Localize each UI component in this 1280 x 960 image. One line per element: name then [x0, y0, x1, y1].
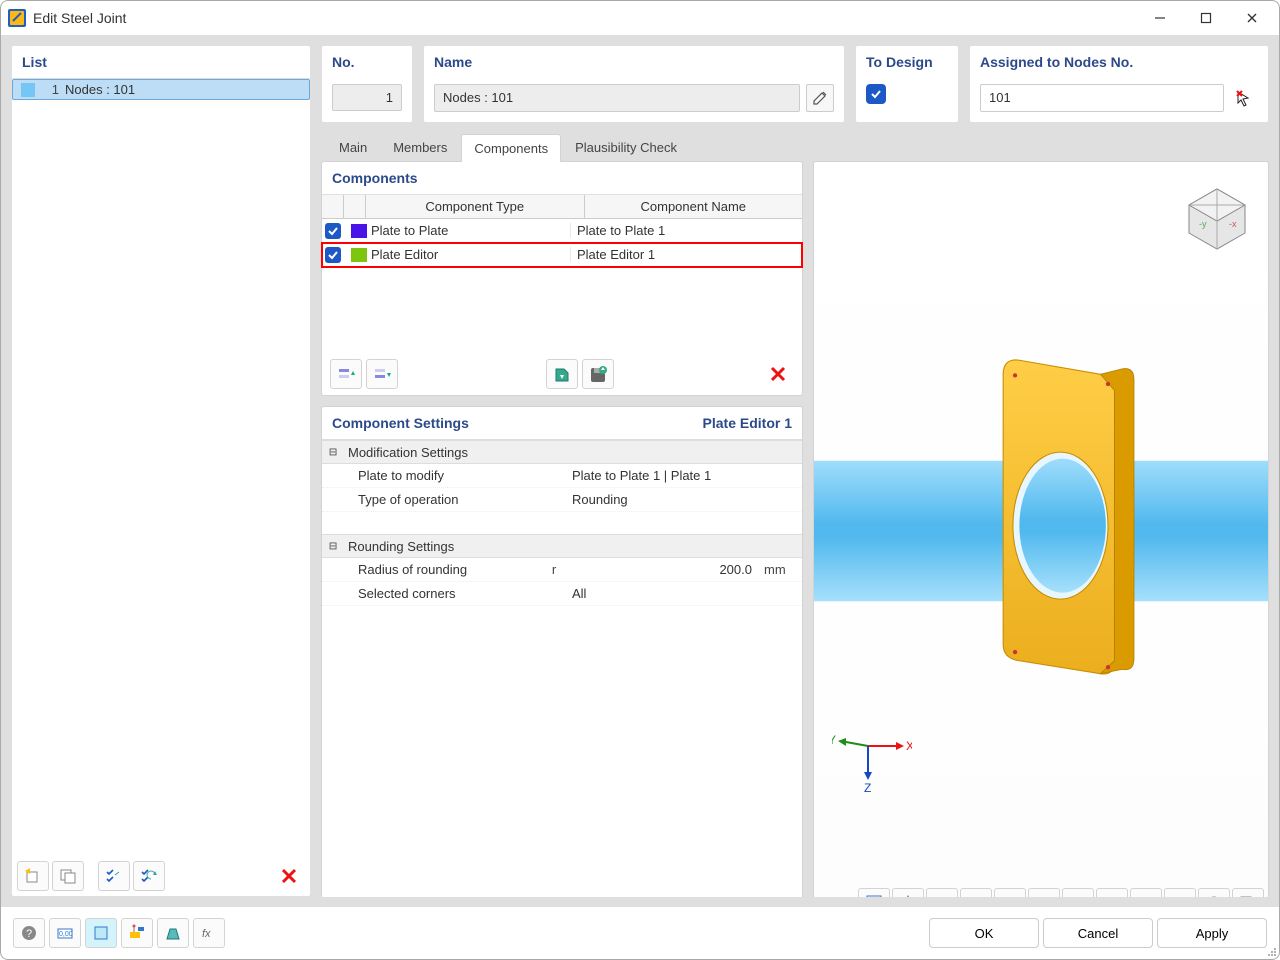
assigned-nodes-field[interactable]: 101 — [980, 84, 1224, 112]
no-label: No. — [322, 46, 412, 78]
settings-row[interactable]: Selected corners All — [322, 582, 802, 606]
isometric-button[interactable] — [1062, 888, 1094, 897]
axis-triad: X Y Z — [832, 722, 912, 792]
ok-button[interactable]: OK — [929, 918, 1039, 948]
components-panel: Components Component Type Component Name… — [321, 161, 803, 396]
visibility-button[interactable] — [926, 888, 958, 897]
detach-view-button[interactable] — [1232, 888, 1264, 897]
window-title: Edit Steel Joint — [33, 10, 126, 26]
collapse-icon[interactable]: ⊟ — [324, 445, 342, 460]
check-all-button[interactable] — [98, 861, 130, 891]
collapse-icon[interactable]: ⊟ — [324, 539, 342, 554]
resize-grip-icon[interactable] — [1267, 947, 1277, 957]
settings-row[interactable]: Type of operation Rounding — [322, 488, 802, 512]
pick-node-button[interactable] — [1230, 84, 1258, 112]
view-cube[interactable]: -y -x — [1174, 170, 1260, 256]
tab-main[interactable]: Main — [327, 134, 379, 161]
row-checkbox[interactable] — [325, 247, 341, 263]
apply-button[interactable]: Apply — [1157, 918, 1267, 948]
svg-text:?: ? — [26, 928, 32, 940]
edit-name-button[interactable] — [806, 84, 834, 112]
axis-y-button[interactable]: -Y — [994, 888, 1026, 897]
col-component-type[interactable]: Component Type — [366, 195, 585, 218]
new-item-button[interactable] — [17, 861, 49, 891]
tab-members[interactable]: Members — [381, 134, 459, 161]
refresh-check-button[interactable] — [133, 861, 165, 891]
navigate-button[interactable] — [892, 888, 924, 897]
settings-subtitle: Plate Editor 1 — [703, 415, 792, 431]
color-swatch-icon — [21, 83, 35, 97]
color-swatch-icon — [351, 224, 367, 238]
minimize-button[interactable] — [1137, 3, 1183, 33]
color-button[interactable] — [85, 918, 117, 948]
formula-button[interactable]: fx — [193, 918, 225, 948]
save-component-button[interactable] — [582, 359, 614, 389]
list-panel: List 1 Nodes : 101 — [11, 45, 311, 897]
settings-title: Component Settings — [332, 415, 469, 431]
help-button[interactable]: ? — [13, 918, 45, 948]
to-design-checkbox[interactable] — [866, 84, 886, 104]
color-swatch-icon — [351, 248, 367, 262]
components-title: Components — [322, 162, 802, 195]
delete-component-button[interactable] — [762, 359, 794, 389]
svg-text:-y: -y — [1199, 219, 1207, 229]
svg-text:Y: Y — [832, 733, 836, 747]
settings-row[interactable]: Radius of rounding r 200.0 mm — [322, 558, 802, 582]
annotation-button[interactable] — [121, 918, 153, 948]
name-field[interactable]: Nodes : 101 — [434, 84, 800, 112]
component-settings-panel: Component Settings Plate Editor 1 ⊟ Modi… — [321, 406, 803, 897]
clear-view-button[interactable] — [1198, 888, 1230, 897]
svg-text:X: X — [906, 739, 912, 753]
settings-group[interactable]: ⊟ Rounding Settings — [322, 534, 802, 558]
settings-group[interactable]: ⊟ Modification Settings — [322, 440, 802, 464]
wireframe-button[interactable] — [1130, 888, 1162, 897]
col-component-name[interactable]: Component Name — [585, 195, 803, 218]
svg-text:0,00: 0,00 — [59, 931, 73, 938]
name-label: Name — [424, 46, 844, 78]
component-row[interactable]: Plate Editor Plate Editor 1 — [322, 243, 802, 267]
maximize-button[interactable] — [1183, 3, 1229, 33]
shade-toggle-button[interactable] — [1096, 888, 1128, 897]
delete-item-button[interactable] — [273, 861, 305, 891]
copy-item-button[interactable] — [52, 861, 84, 891]
move-down-button[interactable] — [366, 359, 398, 389]
tab-components[interactable]: Components — [461, 134, 561, 162]
list-panel-title: List — [12, 46, 310, 78]
to-design-label: To Design — [856, 46, 958, 78]
perspective-button[interactable] — [157, 918, 189, 948]
row-checkbox[interactable] — [325, 223, 341, 239]
no-field[interactable]: 1 — [332, 84, 402, 111]
axis-z-button[interactable]: ↓Z — [1028, 888, 1060, 897]
move-up-button[interactable] — [330, 359, 362, 389]
units-button[interactable]: 0,00 — [49, 918, 81, 948]
svg-text:Z: Z — [864, 781, 871, 792]
assigned-label: Assigned to Nodes No. — [970, 46, 1268, 78]
svg-text:-x: -x — [1229, 219, 1237, 229]
zoom-extents-button[interactable] — [858, 888, 890, 897]
component-row[interactable]: Plate to Plate Plate to Plate 1 — [322, 219, 802, 243]
model-viewport[interactable]: -y -x X Y Z — [813, 161, 1269, 897]
titlebar: Edit Steel Joint — [1, 1, 1279, 35]
axis-x-button[interactable]: ↓X — [960, 888, 992, 897]
cancel-button[interactable]: Cancel — [1043, 918, 1153, 948]
settings-row[interactable]: Plate to modify Plate to Plate 1 | Plate… — [322, 464, 802, 488]
print-button[interactable] — [1164, 888, 1196, 897]
app-icon — [7, 8, 27, 28]
svg-text:fx: fx — [202, 928, 211, 940]
close-button[interactable] — [1229, 3, 1275, 33]
list-item[interactable]: 1 Nodes : 101 — [12, 79, 310, 100]
tab-plausibility[interactable]: Plausibility Check — [563, 134, 689, 161]
import-component-button[interactable] — [546, 359, 578, 389]
